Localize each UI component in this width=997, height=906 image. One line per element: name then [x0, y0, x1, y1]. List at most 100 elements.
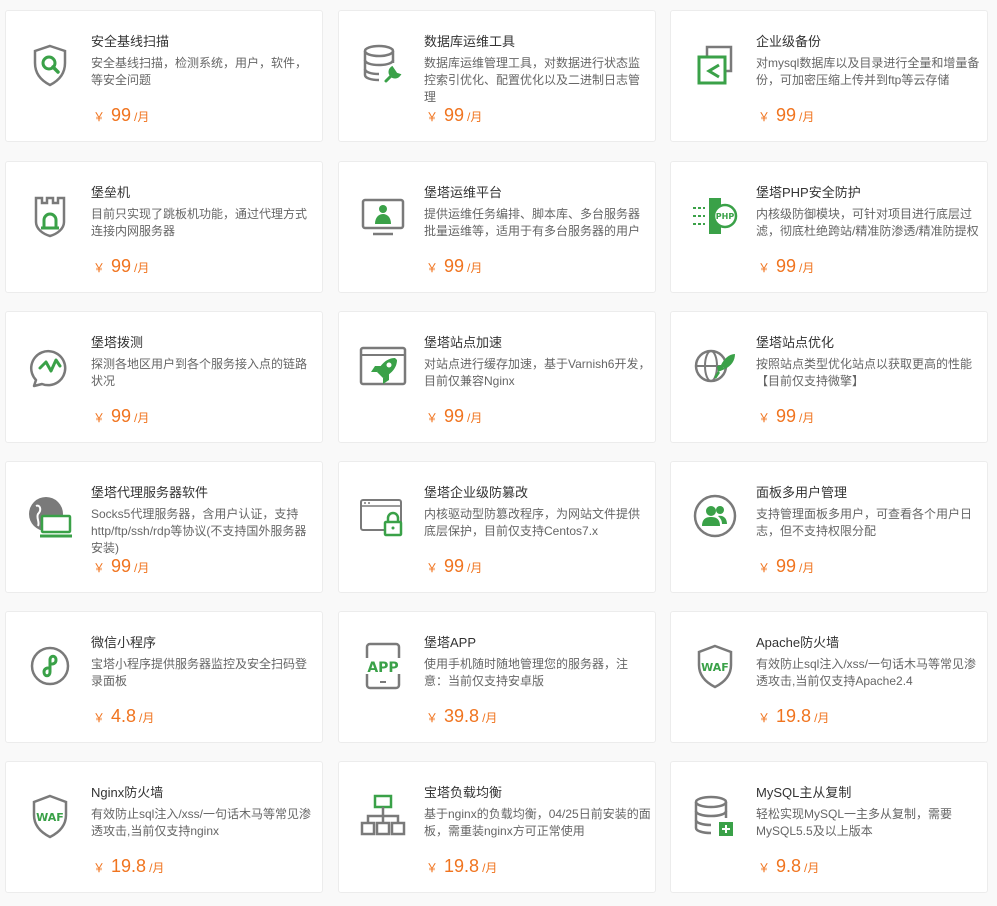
plugin-price: ￥ 99/月 — [426, 256, 482, 277]
plugin-card-enterprise-backup[interactable]: 企业级备份 对mysql数据库以及目录进行全量和增量备份，可加密压缩上传并到ft… — [670, 10, 988, 142]
plugin-description: 有效防止sql注入/xss/一句话木马等常见渗透攻击,当前仅支持nginx — [91, 807, 312, 838]
plugin-card-fortress[interactable]: 堡垒机 目前只实现了跳板机功能，通过代理方式连接内网服务器 ￥ 99/月 — [5, 161, 323, 293]
price-value: 4.8 — [111, 706, 137, 726]
price-unit: /月 — [482, 711, 498, 725]
currency-symbol: ￥ — [758, 561, 771, 575]
currency-symbol: ￥ — [93, 411, 106, 425]
plugin-card-ops-platform[interactable]: 堡塔运维平台 提供运维任务编排、脚本库、多台服务器批量运维等，适用于有多台服务器… — [338, 161, 656, 293]
plugin-price: ￥ 99/月 — [758, 556, 814, 577]
plugin-description: Socks5代理服务器，含用户认证，支持http/ftp/ssh/rdp等协议(… — [91, 507, 307, 555]
currency-symbol: ￥ — [426, 411, 439, 425]
plugin-description: 有效防止sql注入/xss/一句话木马等常见渗透攻击,当前仅支持Apache2.… — [756, 657, 977, 688]
plugin-price: ￥ 9.8/月 — [758, 856, 819, 877]
plugin-price: ￥ 19.8/月 — [93, 856, 164, 877]
price-value: 99 — [111, 256, 132, 276]
price-value: 99 — [776, 556, 797, 576]
plugin-card-apache-waf[interactable]: WAF Apache防火墙 有效防止sql注入/xss/一句话木马等常见渗透攻击… — [670, 611, 988, 743]
plugin-description: 宝塔小程序提供服务器监控及安全扫码登录面板 — [91, 657, 308, 688]
plugin-card-load-balance[interactable]: 宝塔负载均衡 基于nginx的负载均衡，04/25日前安装的面板，需重装ngin… — [338, 761, 656, 893]
price-unit: /月 — [799, 561, 815, 575]
plugin-description: 目前只实现了跳板机功能，通过代理方式连接内网服务器 — [91, 207, 308, 238]
price-unit: /月 — [149, 861, 165, 875]
svg-text:PHP: PHP — [716, 212, 735, 221]
price-unit: /月 — [134, 411, 150, 425]
plugin-description: 安全基线扫描，检测系统，用户，软件，等安全问题 — [91, 56, 308, 87]
plugin-title: 安全基线扫描 — [91, 34, 170, 49]
plugin-card-multi-user[interactable]: 面板多用户管理 支持管理面板多用户，可查看各个用户日志，但不支持权限分配 ￥ 99… — [670, 461, 988, 593]
plugin-card-tamper-proof[interactable]: 堡塔企业级防篡改 内核驱动型防篡改程序，为网站文件提供底层保护，目前仅支持Cen… — [338, 461, 656, 593]
plugin-title: 数据库运维工具 — [424, 34, 516, 49]
plugin-card-mysql-replication[interactable]: MySQL主从复制 轻松实现MySQL一主多从复制，需要MySQL5.5及以上版… — [670, 761, 988, 893]
tamper-lock-icon — [359, 492, 407, 540]
plugin-title: Apache防火墙 — [756, 635, 840, 650]
currency-symbol: ￥ — [426, 711, 439, 725]
plugin-description: 提供运维任务编排、脚本库、多台服务器批量运维等，适用于有多台服务器的用户 — [424, 207, 641, 238]
plugin-price: ￥ 99/月 — [758, 406, 814, 427]
price-unit: /月 — [467, 110, 483, 124]
plugin-card-nginx-waf[interactable]: WAF Nginx防火墙 有效防止sql注入/xss/一句话木马等常见渗透攻击,… — [5, 761, 323, 893]
plugin-price: ￥ 99/月 — [93, 256, 149, 277]
plugin-card-php-protection[interactable]: PHP 堡塔PHP安全防护 内核级防御模块，可针对项目进行底层过滤，彻底杜绝跨站… — [670, 161, 988, 293]
currency-symbol: ￥ — [758, 861, 771, 875]
plugin-title: MySQL主从复制 — [756, 785, 852, 800]
plugin-card-db-tools[interactable]: 数据库运维工具 数据库运维管理工具，对数据进行状态监控索引优化、配置优化以及二进… — [338, 10, 656, 142]
plugin-title: 微信小程序 — [91, 635, 157, 650]
price-value: 19.8 — [776, 706, 812, 726]
plugin-price: ￥ 99/月 — [426, 406, 482, 427]
plugin-card-proxy-server[interactable]: 堡塔代理服务器软件 Socks5代理服务器，含用户认证，支持http/ftp/s… — [5, 461, 323, 593]
currency-symbol: ￥ — [426, 110, 439, 124]
price-value: 99 — [444, 556, 465, 576]
plugin-title: 堡塔站点加速 — [424, 335, 503, 350]
plugin-price: ￥ 99/月 — [93, 556, 149, 577]
plugin-card-site-acceleration[interactable]: 堡塔站点加速 对站点进行缓存加速，基于Varnish6开发，目前仅兼容Nginx… — [338, 311, 656, 443]
plugin-card-site-optimization[interactable]: 堡塔站点优化 按照站点类型优化站点以获取更高的性能【目前仅支持微擎】 ￥ 99/月 — [670, 311, 988, 443]
price-value: 19.8 — [444, 856, 480, 876]
currency-symbol: ￥ — [426, 561, 439, 575]
plugin-title: 堡塔企业级防篡改 — [424, 485, 529, 500]
plugin-price: ￥ 99/月 — [426, 105, 482, 126]
price-unit: /月 — [134, 110, 150, 124]
plugin-grid: 安全基线扫描 安全基线扫描，检测系统，用户，软件，等安全问题 ￥ 99/月 数据库… — [0, 0, 997, 906]
price-value: 99 — [776, 406, 797, 426]
svg-text:WAF: WAF — [36, 811, 64, 824]
price-value: 99 — [776, 105, 797, 125]
plugin-title: 堡塔APP — [424, 635, 477, 650]
plugin-price: ￥ 39.8/月 — [426, 706, 497, 727]
plugin-description: 对站点进行缓存加速，基于Varnish6开发，目前仅兼容Nginx — [424, 357, 651, 388]
price-unit: /月 — [799, 411, 815, 425]
svg-text:WAF: WAF — [701, 661, 729, 674]
svg-text:APP: APP — [367, 660, 398, 676]
plugin-description: 按照站点类型优化站点以获取更高的性能【目前仅支持微擎】 — [756, 357, 973, 388]
plugin-card-bt-app[interactable]: APP 堡塔APP 使用手机随时随地管理您的服务器，注意：当前仅支持安卓版 ￥ 3… — [338, 611, 656, 743]
fortress-icon — [26, 192, 74, 240]
multi-user-icon — [691, 492, 739, 540]
currency-symbol: ￥ — [758, 110, 771, 124]
plugin-card-wechat-miniprogram[interactable]: 微信小程序 宝塔小程序提供服务器监控及安全扫码登录面板 ￥ 4.8/月 — [5, 611, 323, 743]
price-unit: /月 — [467, 561, 483, 575]
price-value: 99 — [111, 105, 132, 125]
price-unit: /月 — [139, 711, 155, 725]
plugin-card-baseline-scan[interactable]: 安全基线扫描 安全基线扫描，检测系统，用户，软件，等安全问题 ￥ 99/月 — [5, 10, 323, 142]
currency-symbol: ￥ — [93, 561, 106, 575]
plugin-title: 堡垒机 — [91, 185, 131, 200]
plugin-card-probe[interactable]: 堡塔拨测 探测各地区用户到各个服务接入点的链路状况 ￥ 99/月 — [5, 311, 323, 443]
plugin-description: 探测各地区用户到各个服务接入点的链路状况 — [91, 357, 308, 388]
price-value: 99 — [444, 256, 465, 276]
plugin-price: ￥ 19.8/月 — [758, 706, 829, 727]
plugin-price: ￥ 19.8/月 — [426, 856, 497, 877]
price-unit: /月 — [134, 561, 150, 575]
plugin-description: 轻松实现MySQL一主多从复制，需要MySQL5.5及以上版本 — [756, 807, 953, 838]
shield-search-icon — [26, 41, 74, 89]
plugin-title: 宝塔负载均衡 — [424, 785, 503, 800]
price-value: 99 — [444, 105, 465, 125]
currency-symbol: ￥ — [93, 861, 106, 875]
app-icon: APP — [359, 642, 407, 690]
plugin-description: 使用手机随时随地管理您的服务器，注意：当前仅支持安卓版 — [424, 657, 629, 688]
currency-symbol: ￥ — [426, 861, 439, 875]
proxy-server-icon — [26, 492, 74, 540]
price-value: 99 — [111, 556, 132, 576]
plugin-title: 面板多用户管理 — [756, 485, 848, 500]
price-unit: /月 — [814, 711, 830, 725]
plugin-price: ￥ 99/月 — [93, 105, 149, 126]
plugin-title: 堡塔运维平台 — [424, 185, 503, 200]
